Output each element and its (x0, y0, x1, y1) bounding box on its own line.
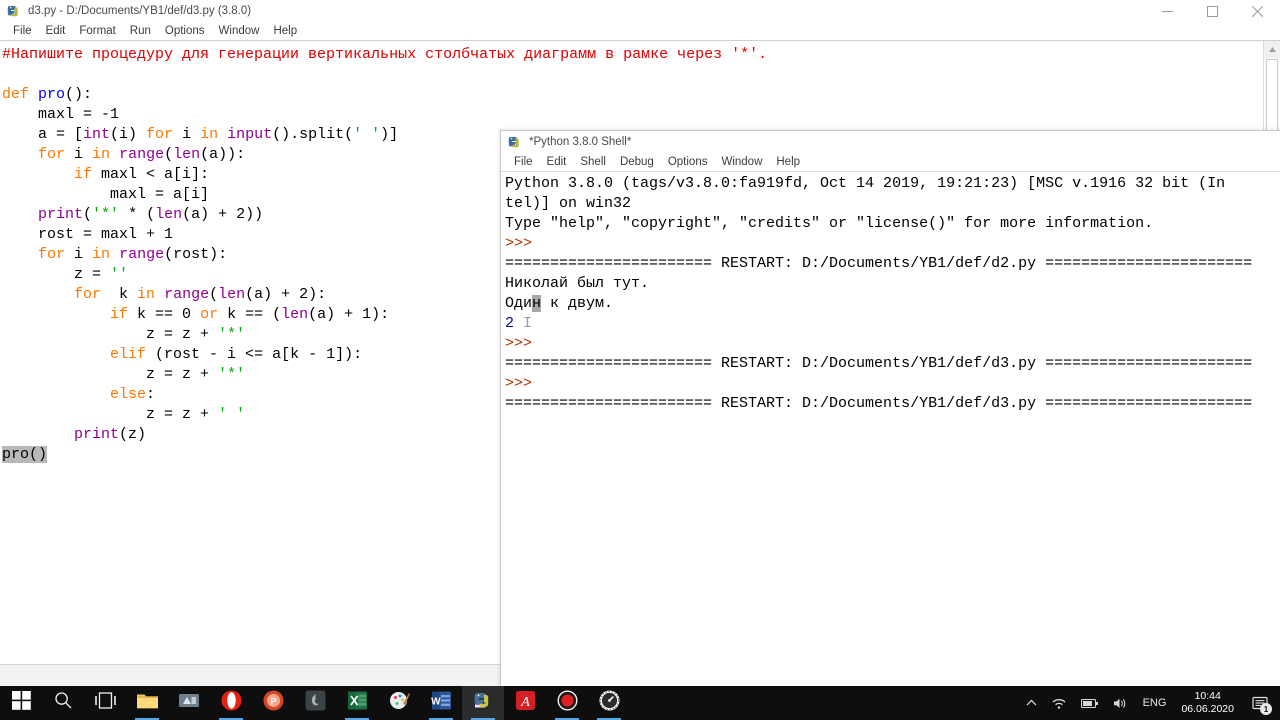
editor-menu-item-help[interactable]: Help (266, 22, 304, 40)
taskbar-search-button[interactable] (42, 686, 84, 720)
editor-menu-item-edit[interactable]: Edit (39, 22, 73, 40)
taskbar-powerpoint[interactable]: P (252, 686, 294, 720)
editor-menu-item-run[interactable]: Run (123, 22, 158, 40)
editor-window-buttons (1145, 0, 1280, 22)
python-idle-icon (6, 3, 22, 19)
taskbar-opera-browser[interactable] (210, 686, 252, 720)
taskbar-unknown-dark-app[interactable] (294, 686, 336, 720)
shell-menu-item-file[interactable]: File (507, 153, 540, 171)
folder-icon (136, 691, 159, 715)
taskbar-file-explorer[interactable] (126, 686, 168, 720)
editor-menu-bar[interactable]: File Edit Format Run Options Window Help (0, 22, 1280, 40)
shell-menu-bar[interactable]: File Edit Shell Debug Options Window Help (501, 153, 1280, 171)
svg-text:P: P (270, 697, 276, 707)
language-indicator[interactable]: ENG (1136, 686, 1174, 720)
notification-icon[interactable]: 1 (1242, 686, 1278, 720)
editor-menu-item-window[interactable]: Window (212, 22, 267, 40)
windows-logo-icon (11, 691, 31, 715)
python-idle-icon (473, 690, 494, 716)
record-icon (556, 690, 578, 716)
editor-title-bar[interactable]: d3.py - D:/Documents/YB1/def/d3.py (3.8.… (0, 0, 1280, 22)
taskbar-start-button[interactable] (0, 686, 42, 720)
task-view-icon (94, 692, 116, 714)
python-shell-window: *Python 3.8.0 Shell* File Edit Shell Debug O… (500, 130, 1280, 686)
excel-icon (347, 690, 368, 716)
opera-icon (221, 690, 242, 716)
store-icon (178, 691, 200, 715)
battery-icon[interactable] (1074, 686, 1106, 720)
desktop: d3.py - D:/Documents/YB1/def/d3.py (3.8.… (0, 0, 1280, 720)
clock-time: 10:44 (1194, 690, 1221, 702)
word-icon: W (431, 690, 452, 716)
taskbar-screen-recorder[interactable] (546, 686, 588, 720)
paint-icon (389, 690, 410, 716)
notification-badge: 1 (1260, 703, 1272, 715)
shell-menu-item-help[interactable]: Help (769, 153, 807, 171)
taskbar-adobe-acrobat[interactable]: A (504, 686, 546, 720)
shell-menu-item-shell[interactable]: Shell (573, 153, 613, 171)
minimize-icon[interactable] (1145, 0, 1190, 22)
svg-text:A: A (520, 695, 530, 710)
taskbar-paint[interactable] (378, 686, 420, 720)
dark-app-icon (305, 690, 326, 716)
shell-title-bar[interactable]: *Python 3.8.0 Shell* (501, 131, 1280, 153)
close-icon[interactable] (1235, 0, 1280, 22)
speedometer-icon (599, 690, 620, 716)
taskbar-word[interactable]: W (420, 686, 462, 720)
svg-text:W: W (431, 697, 441, 708)
editor-menu-item-format[interactable]: Format (72, 22, 122, 40)
search-icon (54, 691, 73, 715)
restore-icon[interactable] (1190, 0, 1235, 22)
taskbar-python-idle[interactable] (462, 686, 504, 720)
clock[interactable]: 10:44 06.06.2020 (1173, 686, 1242, 720)
shell-menu-item-edit[interactable]: Edit (540, 153, 574, 171)
shell-title-text: *Python 3.8.0 Shell* (529, 136, 632, 148)
editor-menu-item-file[interactable]: File (6, 22, 39, 40)
shell-menu-item-debug[interactable]: Debug (613, 153, 661, 171)
taskbar-microsoft-store[interactable] (168, 686, 210, 720)
editor-title-text: d3.py - D:/Documents/YB1/def/d3.py (3.8.… (28, 5, 252, 17)
shell-transcript[interactable]: Python 3.8.0 (tags/v3.8.0:fa919fd, Oct 1… (505, 174, 1280, 414)
python-idle-icon (507, 134, 523, 150)
shell-output-area[interactable]: Python 3.8.0 (tags/v3.8.0:fa919fd, Oct 1… (501, 171, 1280, 686)
taskbar-task-view-button[interactable] (84, 686, 126, 720)
volume-icon[interactable] (1106, 686, 1136, 720)
shell-menu-item-window[interactable]: Window (714, 153, 769, 171)
chevron-up-icon[interactable] (1019, 686, 1044, 720)
editor-menu-item-options[interactable]: Options (158, 22, 212, 40)
shell-menu-item-options[interactable]: Options (661, 153, 715, 171)
chevron-up-icon[interactable] (1264, 41, 1280, 58)
taskbar-items: PWA (0, 686, 630, 720)
taskbar-system-tool[interactable] (588, 686, 630, 720)
system-tray: ENG 10:44 06.06.2020 1 (1019, 686, 1280, 720)
wifi-icon[interactable] (1044, 686, 1074, 720)
acrobat-icon: A (515, 690, 536, 716)
powerpoint-icon: P (263, 690, 284, 716)
taskbar: PWA ENG 10:44 06.06.2020 1 (0, 686, 1280, 720)
clock-date: 06.06.2020 (1181, 703, 1234, 715)
taskbar-excel[interactable] (336, 686, 378, 720)
